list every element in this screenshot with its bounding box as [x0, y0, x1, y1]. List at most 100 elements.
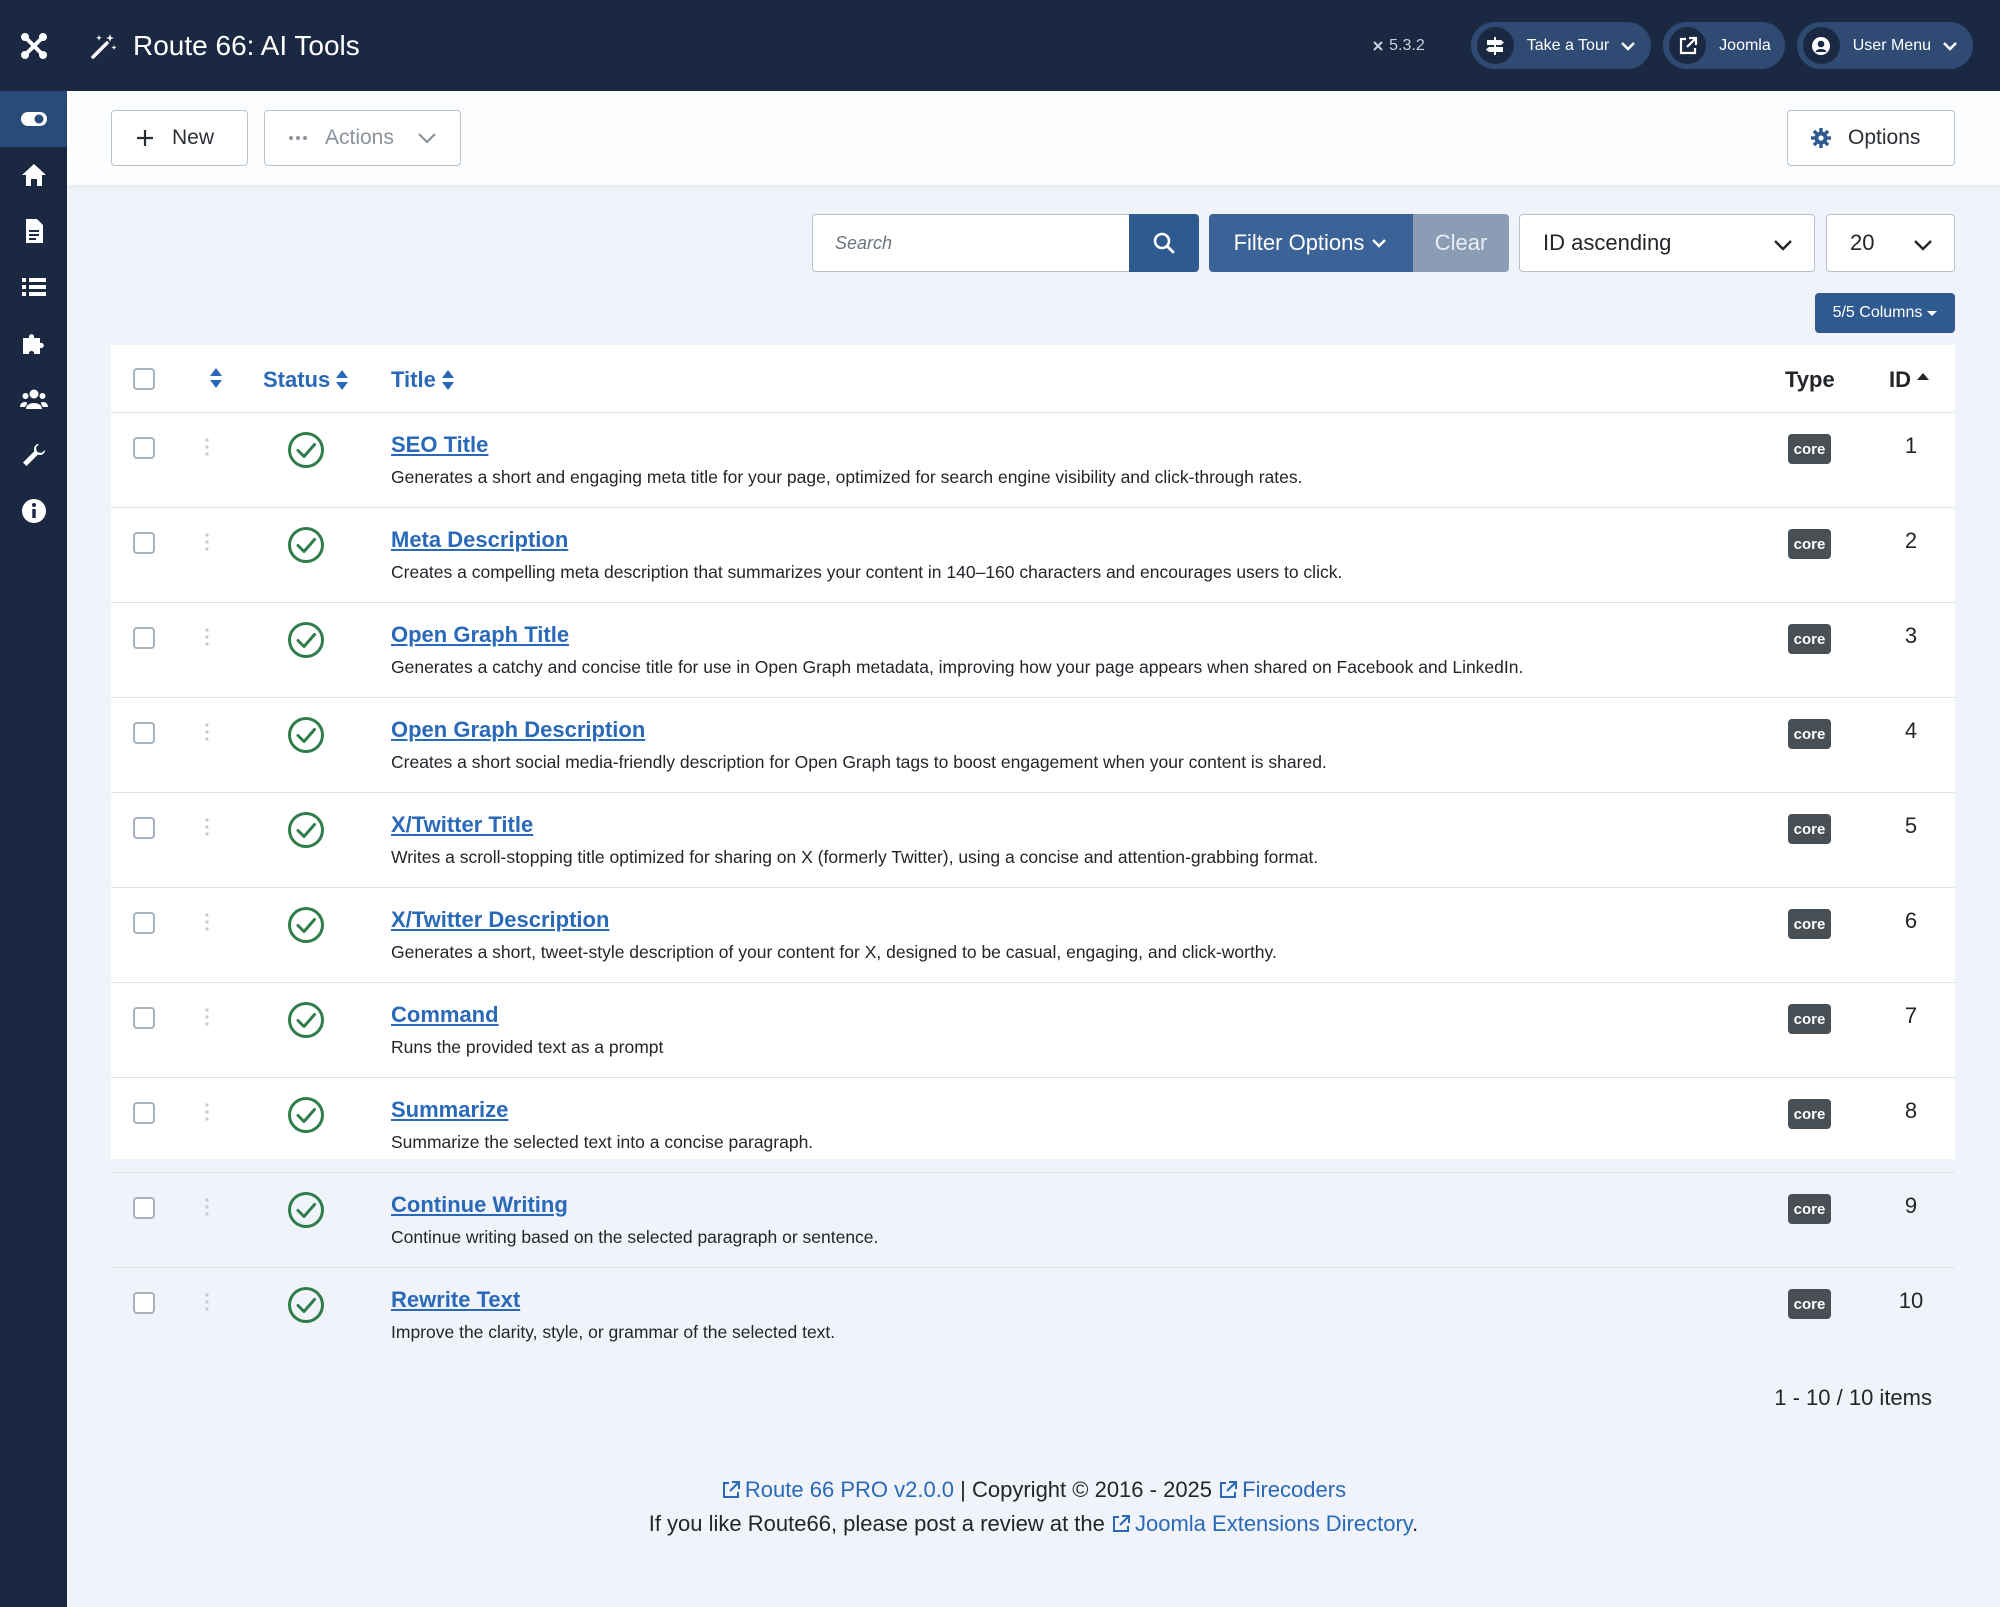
- drag-handle-icon[interactable]: [204, 437, 210, 457]
- new-button[interactable]: New: [111, 110, 248, 166]
- published-check-icon[interactable]: [287, 1096, 325, 1134]
- vendor-link[interactable]: Firecoders: [1218, 1477, 1346, 1502]
- row-title-link[interactable]: X/Twitter Title: [391, 812, 533, 838]
- sidebar-item-home[interactable]: [0, 147, 67, 203]
- row-checkbox[interactable]: [133, 817, 155, 839]
- jed-link-text: Joomla Extensions Directory: [1135, 1511, 1413, 1536]
- published-check-icon[interactable]: [287, 1286, 325, 1324]
- row-id: 3: [1904, 623, 1918, 648]
- type-badge: core: [1788, 624, 1831, 654]
- chevron-down-icon: [1774, 240, 1792, 251]
- sidebar-item-toggle-menu[interactable]: [0, 91, 67, 147]
- actions-dropdown[interactable]: Actions: [264, 110, 461, 166]
- actions-label: Actions: [325, 126, 394, 149]
- published-check-icon[interactable]: [287, 526, 325, 564]
- clear-label: Clear: [1434, 230, 1488, 255]
- row-id: 4: [1904, 718, 1918, 743]
- published-check-icon[interactable]: [287, 1191, 325, 1229]
- sidebar-item-help[interactable]: [0, 483, 67, 539]
- row-title-link[interactable]: Open Graph Description: [391, 717, 645, 743]
- row-checkbox[interactable]: [133, 1197, 155, 1219]
- row-checkbox[interactable]: [133, 1292, 155, 1314]
- take-a-tour-button[interactable]: Take a Tour: [1470, 22, 1652, 69]
- take-a-tour-label: Take a Tour: [1526, 36, 1610, 54]
- ordering-select[interactable]: ID ascending: [1519, 214, 1815, 272]
- sidebar-item-components[interactable]: [0, 315, 67, 371]
- row-checkbox[interactable]: [133, 912, 155, 934]
- status-column-header[interactable]: Status: [263, 367, 349, 393]
- drag-handle-icon[interactable]: [204, 532, 210, 552]
- row-checkbox[interactable]: [133, 437, 155, 459]
- row-description: Continue writing based on the selected p…: [391, 1227, 879, 1247]
- sidebar-item-system[interactable]: [0, 427, 67, 483]
- published-check-icon[interactable]: [287, 1001, 325, 1039]
- type-badge: core: [1788, 1004, 1831, 1034]
- row-title-link[interactable]: Summarize: [391, 1097, 508, 1123]
- drag-handle-icon[interactable]: [204, 1007, 210, 1027]
- top-header: Route 66: AI Tools 5.3.2 Take a Tour Joo…: [67, 0, 2000, 91]
- jed-link[interactable]: Joomla Extensions Directory: [1111, 1511, 1412, 1536]
- drag-handle-icon[interactable]: [204, 817, 210, 837]
- filter-options-button[interactable]: Filter Options: [1209, 214, 1413, 272]
- sort-asc-icon: [1917, 373, 1929, 380]
- joomla-site-button[interactable]: Joomla: [1663, 22, 1785, 69]
- type-badge: core: [1788, 434, 1831, 464]
- sidebar-item-content[interactable]: [0, 203, 67, 259]
- row-title-link[interactable]: Continue Writing: [391, 1192, 568, 1218]
- table-header: Status Title Type ID: [111, 345, 1955, 413]
- row-description: Summarize the selected text into a conci…: [391, 1132, 814, 1152]
- id-column-header[interactable]: ID: [1889, 367, 1930, 393]
- row-title-link[interactable]: Open Graph Title: [391, 622, 569, 648]
- joomla-logo[interactable]: [0, 0, 67, 91]
- row-title-link[interactable]: X/Twitter Description: [391, 907, 609, 933]
- ordering-column-header[interactable]: [204, 367, 223, 389]
- list-limit-select[interactable]: 20: [1826, 214, 1955, 272]
- row-title-link[interactable]: Command: [391, 1002, 499, 1028]
- product-link[interactable]: Route 66 PRO v2.0.0: [721, 1477, 954, 1502]
- select-all-checkbox[interactable]: [133, 368, 155, 390]
- row-checkbox[interactable]: [133, 722, 155, 744]
- row-id: 2: [1904, 528, 1918, 553]
- drag-handle-icon[interactable]: [204, 912, 210, 932]
- user-circle-icon: [1812, 36, 1831, 55]
- footer-line-2: If you like Route66, please post a revie…: [67, 1507, 2000, 1541]
- table-row: Rewrite Text Improve the clarity, style, …: [111, 1268, 1955, 1363]
- published-check-icon[interactable]: [287, 906, 325, 944]
- row-title-link[interactable]: Rewrite Text: [391, 1287, 520, 1313]
- row-title-link[interactable]: Meta Description: [391, 527, 568, 553]
- external-link-icon: [1220, 1481, 1238, 1498]
- row-checkbox[interactable]: [133, 627, 155, 649]
- row-checkbox[interactable]: [133, 1007, 155, 1029]
- drag-handle-icon[interactable]: [204, 1102, 210, 1122]
- search-input[interactable]: [813, 215, 1130, 271]
- published-check-icon[interactable]: [287, 811, 325, 849]
- drag-handle-icon[interactable]: [204, 1197, 210, 1217]
- row-description: Creates a compelling meta description th…: [391, 562, 1343, 582]
- signpost-icon: [1486, 36, 1505, 55]
- clear-button[interactable]: Clear: [1413, 214, 1509, 272]
- sort-icon: [441, 370, 454, 390]
- published-check-icon[interactable]: [287, 716, 325, 754]
- table-row: Meta Description Creates a compelling met…: [111, 508, 1955, 603]
- search-button[interactable]: [1129, 214, 1199, 272]
- list-limit-value: 20: [1850, 230, 1875, 255]
- title-column-header[interactable]: Title: [391, 367, 455, 393]
- row-id: 8: [1904, 1098, 1918, 1123]
- options-button[interactable]: Options: [1787, 110, 1955, 166]
- published-check-icon[interactable]: [287, 431, 325, 469]
- row-checkbox[interactable]: [133, 1102, 155, 1124]
- users-icon: [19, 389, 48, 409]
- row-checkbox[interactable]: [133, 532, 155, 554]
- table-row: SEO Title Generates a short and engaging …: [111, 413, 1955, 508]
- row-description: Writes a scroll-stopping title optimized…: [391, 847, 1319, 867]
- user-menu-button[interactable]: User Menu: [1796, 22, 1973, 69]
- sidebar-item-users[interactable]: [0, 371, 67, 427]
- drag-handle-icon[interactable]: [204, 1292, 210, 1312]
- drag-handle-icon[interactable]: [204, 722, 210, 742]
- type-badge: core: [1788, 1099, 1831, 1129]
- drag-handle-icon[interactable]: [204, 627, 210, 647]
- row-title-link[interactable]: SEO Title: [391, 432, 488, 458]
- columns-toggle-button[interactable]: 5/5 Columns: [1815, 293, 1955, 333]
- sidebar-item-menus[interactable]: [0, 259, 67, 315]
- published-check-icon[interactable]: [287, 621, 325, 659]
